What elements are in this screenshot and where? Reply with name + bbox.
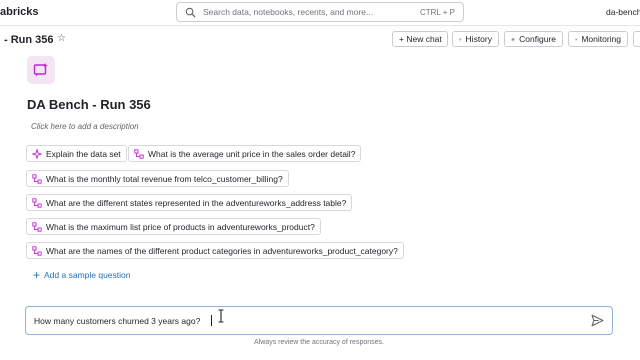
top-bar: abricks Search data, notebooks, recents,… [0, 0, 640, 26]
sparkle-icon [32, 148, 42, 159]
data-join-icon [32, 245, 42, 256]
accuracy-disclaimer: Always review the accuracy of responses. [0, 339, 640, 346]
sparkle-chat-icon [33, 62, 48, 77]
favorite-star-icon[interactable]: ☆ [57, 33, 66, 44]
global-search-input[interactable]: Search data, notebooks, recents, and mor… [176, 2, 464, 22]
plus-icon: + [33, 268, 41, 282]
text-caret [211, 315, 212, 326]
sample-question-chip[interactable]: What is the monthly total revenue from t… [26, 170, 289, 187]
search-icon [185, 7, 196, 18]
space-title: DA Bench - Run 356 [27, 97, 151, 112]
sample-question-chip[interactable]: What are the different states represente… [26, 194, 353, 211]
monitoring-button[interactable]: Monitoring [568, 31, 628, 47]
sample-question-label: What are the names of the different prod… [46, 245, 398, 256]
sample-question-label: What is the average unit price in the sa… [148, 148, 356, 159]
text-cursor-icon [218, 309, 224, 323]
new-chat-label: + New chat [399, 34, 442, 44]
add-sample-question-link[interactable]: + Add a sample question [33, 268, 131, 282]
search-placeholder: Search data, notebooks, recents, and mor… [203, 7, 374, 17]
data-join-icon [32, 197, 42, 208]
sample-question-chip[interactable]: What are the names of the different prod… [26, 242, 404, 259]
search-shortcut-hint: CTRL + P [419, 7, 455, 17]
page-header: - Run 356 ☆ + New chat History Configure… [0, 30, 640, 50]
sample-question-label: What is the monthly total revenue from t… [46, 173, 283, 184]
page-title: - Run 356 [4, 34, 54, 46]
data-join-icon [134, 148, 144, 159]
genie-space-logo-icon [27, 56, 55, 84]
configure-label: Configure [519, 34, 556, 44]
accuracy-disclaimer-text: Always review the accuracy of responses. [254, 339, 384, 346]
sample-question-label: Explain the data set [46, 148, 121, 159]
monitoring-label: Monitoring [581, 34, 621, 44]
sample-question-label: What are the different states represente… [46, 197, 347, 208]
history-label: History [465, 34, 492, 44]
data-join-icon [32, 221, 42, 232]
description-placeholder[interactable]: Click here to add a description [31, 122, 139, 131]
brand-logo-text[interactable]: abricks [0, 6, 39, 18]
gear-icon [511, 37, 515, 41]
data-join-icon [32, 173, 42, 184]
chat-input[interactable]: How many customers churned 3 years ago? [25, 306, 613, 335]
configure-button[interactable]: Configure [504, 31, 563, 47]
new-chat-button[interactable]: + New chat [392, 31, 448, 47]
eye-icon [575, 38, 578, 40]
workspace-name[interactable]: da-bench [606, 7, 640, 17]
sample-question-chip[interactable]: Explain the data set [26, 145, 127, 162]
history-icon [459, 38, 462, 40]
add-sample-question-label: Add a sample question [44, 270, 131, 280]
sample-question-chip[interactable]: What is the maximum list price of produc… [26, 218, 321, 235]
sample-question-chip[interactable]: What is the average unit price in the sa… [128, 145, 362, 162]
more-button[interactable] [633, 31, 640, 47]
send-icon[interactable] [591, 314, 604, 327]
history-button[interactable]: History [452, 31, 499, 47]
sample-question-label: What is the maximum list price of produc… [46, 221, 315, 232]
chat-input-value[interactable]: How many customers churned 3 years ago? [34, 316, 200, 326]
